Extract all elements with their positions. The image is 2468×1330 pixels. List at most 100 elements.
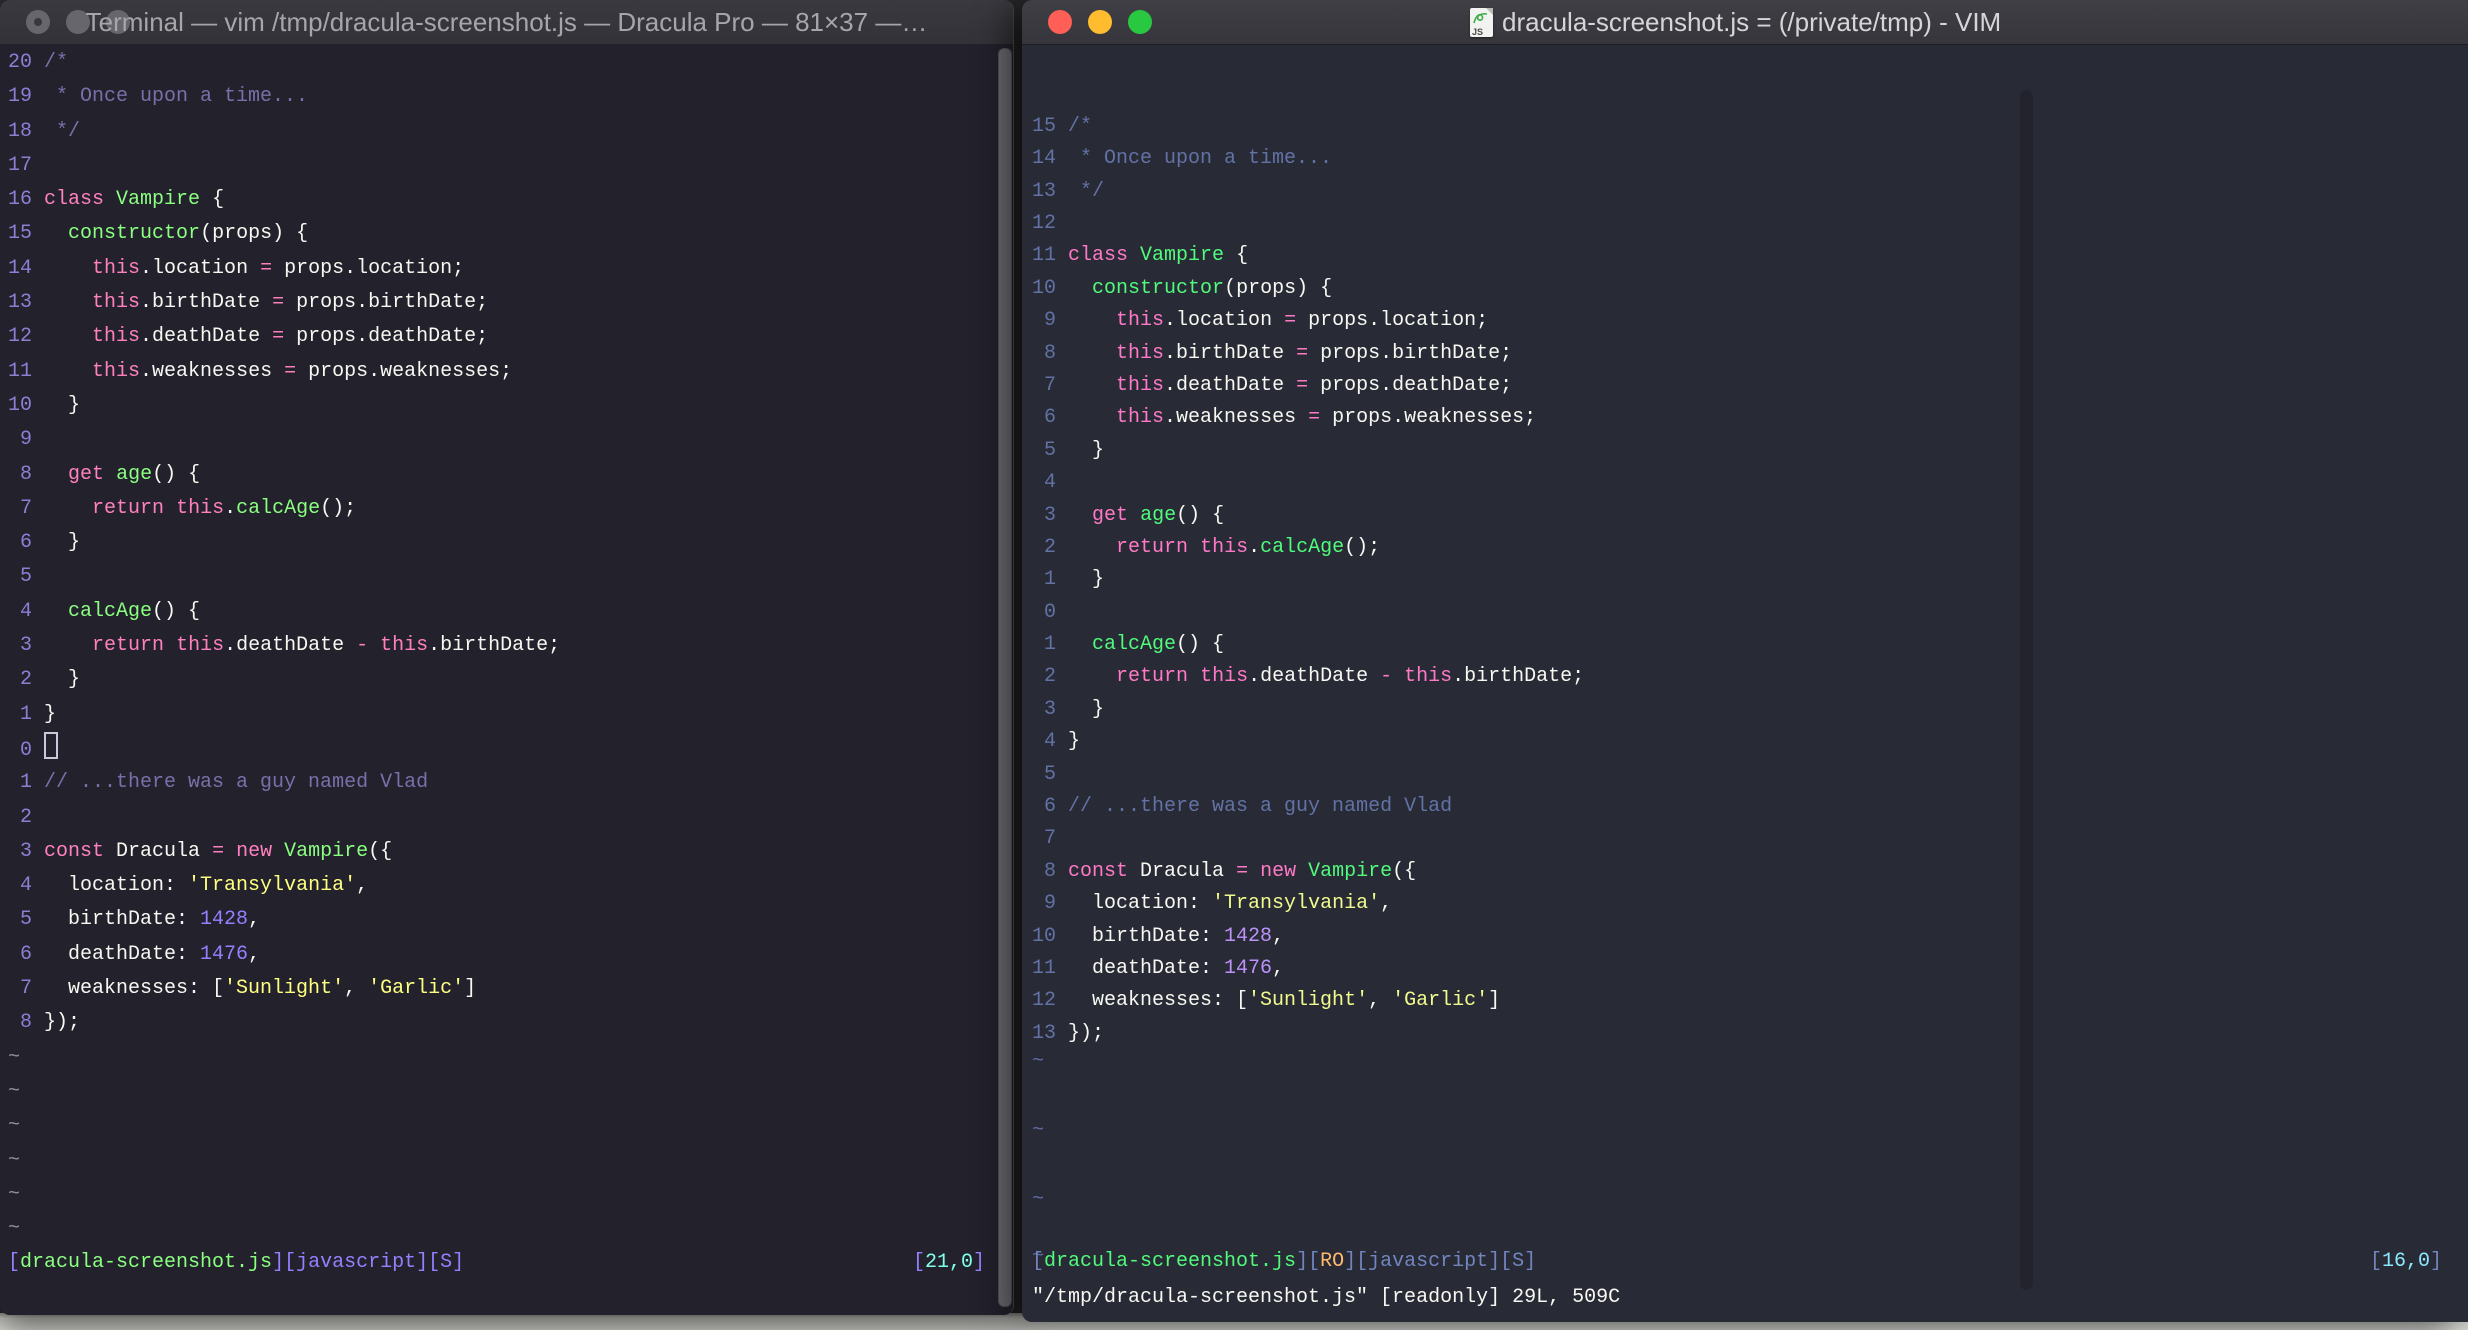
- code-token: props.location;: [272, 256, 465, 280]
- line-number: 3: [8, 839, 45, 863]
- code-token: // ...there was a guy named Vlad: [1068, 795, 1453, 819]
- code-token: const: [44, 839, 105, 863]
- code-line: 5: [1032, 759, 2468, 791]
- code-token: constructor: [68, 222, 201, 246]
- code-line: 6 // ...there was a guy named Vlad: [1032, 791, 2468, 823]
- code-token: 'Garlic': [1392, 989, 1489, 1013]
- code-token: props.birthDate;: [284, 291, 489, 315]
- line-number: 5: [8, 565, 45, 589]
- code-line: 6 }: [8, 526, 1013, 560]
- code-line: 11 class Vampire {: [1032, 240, 2468, 272]
- code-line: 9: [8, 423, 1013, 457]
- code-token: this: [1200, 665, 1249, 689]
- macvim-scrollbar[interactable]: [2020, 90, 2033, 1290]
- code-token: new: [1260, 859, 1297, 883]
- code-token: });: [1068, 1021, 1105, 1045]
- code-token: new: [236, 839, 273, 863]
- minimize-button[interactable]: [1088, 10, 1112, 34]
- code-token: /*: [1068, 114, 1093, 138]
- tilde-line: ~: [8, 1041, 1013, 1075]
- code-token: age: [116, 462, 153, 486]
- code-line: 7 weaknesses: ['Sunlight', 'Garlic']: [8, 972, 1013, 1006]
- code-token: }: [1068, 697, 1105, 721]
- tilde: ~: [1032, 1119, 1045, 1142]
- code-token: class: [44, 188, 105, 212]
- line-number: 13: [8, 291, 45, 315]
- terminal-vim-buffer[interactable]: 20 /* 19 * Once upon a time... 18 */17 16 …: [0, 44, 1013, 1315]
- code-line: 10 }: [8, 389, 1013, 423]
- line-number: 19: [8, 85, 45, 109]
- code-token: .deathDate: [1164, 373, 1297, 397]
- status-token: [: [8, 1251, 21, 1275]
- code-line: 1 }: [1032, 564, 2468, 596]
- line-number: 1: [8, 702, 45, 726]
- code-token: deathDate:: [1068, 956, 1225, 980]
- macvim-titlebar[interactable]: JS dracula-screenshot.js = (/private/tmp…: [1022, 0, 2468, 45]
- close-button[interactable]: [1048, 10, 1072, 34]
- code-line: 3 return this.deathDate - this.birthDate…: [8, 629, 1013, 663]
- code-token: }: [1068, 730, 1081, 754]
- line-number: 3: [8, 634, 45, 658]
- code-token: this: [92, 256, 141, 280]
- code-token: this: [92, 359, 141, 383]
- terminal-titlebar[interactable]: Terminal — vim /tmp/dracula-screenshot.j…: [0, 0, 1013, 45]
- code-token: {: [1224, 244, 1249, 268]
- code-token: =: [284, 359, 297, 383]
- code-line: 7 return this.calcAge();: [8, 492, 1013, 526]
- zoom-button[interactable]: [1128, 10, 1152, 34]
- tilde: ~: [8, 1148, 21, 1172]
- code-token: ,: [356, 874, 369, 898]
- line-number: 13: [1032, 1021, 1069, 1045]
- code-line: 5: [8, 560, 1013, 594]
- code-token: 'Sunlight': [224, 977, 345, 1001]
- code-token: props.birthDate;: [1308, 341, 1513, 365]
- js-icon-label: JS: [1472, 26, 1484, 37]
- code-line: 1 // ...there was a guy named Vlad: [8, 766, 1013, 800]
- code-token: 1428: [200, 908, 249, 932]
- status-token: 16,0: [2381, 1250, 2430, 1273]
- code-token: .location: [140, 256, 261, 280]
- code-token: .birthDate;: [428, 634, 561, 658]
- line-number: 6: [1032, 406, 1069, 430]
- code-line: 5 }: [1032, 435, 2468, 467]
- code-token: 'Garlic': [368, 977, 465, 1001]
- code-line: 11 this.weaknesses = props.weaknesses;: [8, 355, 1013, 389]
- macvim-window-title: dracula-screenshot.js = (/private/tmp) -…: [1502, 6, 2002, 37]
- code-token: .deathDate: [140, 325, 273, 349]
- code-token: ({: [1392, 859, 1417, 883]
- code-line: 3 }: [1032, 694, 2468, 726]
- code-line: 4 calcAge() {: [8, 595, 1013, 629]
- code-token: =: [1236, 859, 1249, 883]
- macvim-buffer[interactable]: 15 /* 14 * Once upon a time... 13 */12 11 …: [1022, 44, 2468, 1322]
- code-token: deathDate:: [44, 942, 201, 966]
- line-number: 1: [8, 771, 45, 795]
- status-token: [: [2369, 1250, 2382, 1273]
- tilde-line: ~: [8, 1178, 1013, 1212]
- code-line: 2: [8, 801, 1013, 835]
- line-number: 3: [1032, 503, 1069, 527]
- tilde: ~: [8, 1182, 21, 1206]
- code-token: birthDate:: [1068, 924, 1225, 948]
- status-token: [: [912, 1251, 925, 1275]
- line-number: 1: [1032, 568, 1069, 592]
- code-token: .deathDate: [224, 634, 357, 658]
- line-number: 10: [8, 393, 45, 417]
- tilde-line: ~: [8, 1144, 1013, 1178]
- line-number: 4: [1032, 730, 1069, 754]
- code-line: 2 }: [8, 663, 1013, 697]
- code-token: () {: [152, 462, 201, 486]
- code-token: .birthDate: [140, 291, 273, 315]
- line-number: 6: [8, 942, 45, 966]
- code-token: this: [92, 325, 141, 349]
- terminal-scrollbar[interactable]: [998, 48, 1012, 1307]
- code-line: 20 /*: [8, 46, 1013, 80]
